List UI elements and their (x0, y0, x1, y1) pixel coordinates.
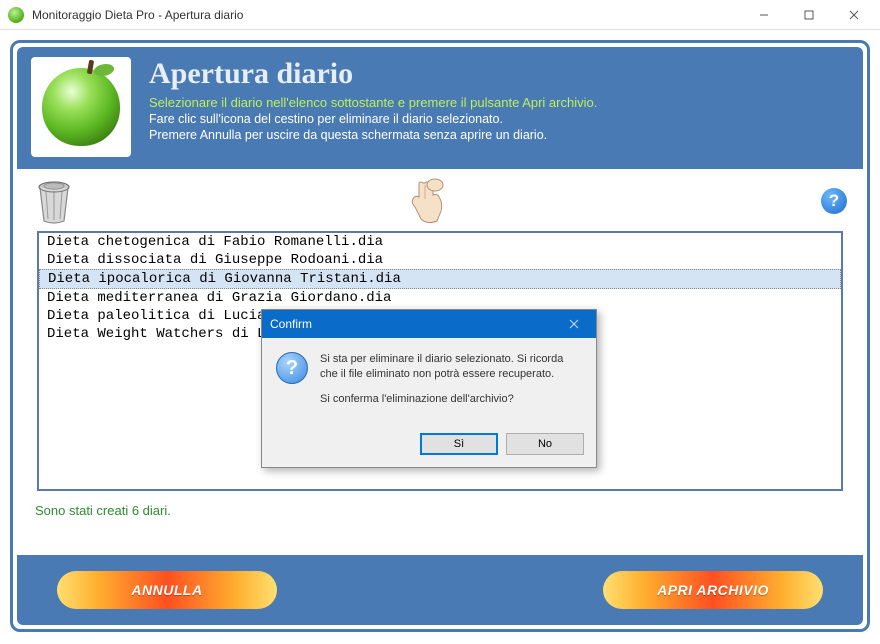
dialog-line-2: Si conferma l'eliminazione dell'archivio… (320, 392, 582, 407)
list-item[interactable]: Dieta ipocalorica di Giovanna Tristani.d… (39, 269, 841, 289)
maximize-button[interactable] (786, 0, 831, 29)
pointing-hand-icon (405, 177, 451, 225)
help-icon[interactable]: ? (821, 188, 847, 214)
app-icon (8, 7, 24, 23)
header-text: Apertura diario Selezionare il diario ne… (149, 57, 597, 157)
window-controls (741, 0, 876, 29)
header-panel: Apertura diario Selezionare il diario ne… (17, 47, 863, 169)
list-item[interactable]: Dieta dissociata di Giuseppe Rodoani.dia (39, 251, 841, 269)
status-text: Sono stati creati 6 diari. (15, 497, 865, 524)
question-icon: ? (276, 352, 308, 384)
window-title: Monitoraggio Dieta Pro - Apertura diario (32, 8, 741, 22)
dialog-yes-button[interactable]: Sì (420, 433, 498, 455)
dialog-body: ? Si sta per eliminare il diario selezio… (262, 338, 596, 425)
dialog-titlebar[interactable]: Confirm (262, 310, 596, 338)
dialog-button-row: Sì No (262, 425, 596, 467)
header-instruction-3: Premere Annulla per uscire da questa sch… (149, 128, 597, 142)
list-item[interactable]: Dieta mediterranea di Grazia Giordano.di… (39, 289, 841, 307)
list-item[interactable]: Dieta chetogenica di Fabio Romanelli.dia (39, 233, 841, 251)
toolbar: ? (15, 171, 865, 227)
dialog-message: Si sta per eliminare il diario seleziona… (320, 352, 582, 417)
dialog-no-button[interactable]: No (506, 433, 584, 455)
page-title: Apertura diario (149, 57, 597, 91)
minimize-button[interactable] (741, 0, 786, 29)
app-logo (31, 57, 131, 157)
close-button[interactable] (831, 0, 876, 29)
cancel-button[interactable]: ANNULLA (57, 571, 277, 609)
window-titlebar: Monitoraggio Dieta Pro - Apertura diario (0, 0, 880, 30)
trash-icon[interactable] (33, 177, 75, 225)
footer-panel: ANNULLA APRI ARCHIVIO (17, 555, 863, 625)
dialog-line-1: Si sta per eliminare il diario seleziona… (320, 352, 582, 382)
header-instruction-2: Fare clic sull'icona del cestino per eli… (149, 112, 597, 126)
dialog-title-text: Confirm (270, 317, 312, 331)
dialog-close-button[interactable] (560, 315, 588, 333)
header-instruction-1: Selezionare il diario nell'elenco sottos… (149, 95, 597, 110)
confirm-dialog: Confirm ? Si sta per eliminare il diario… (261, 309, 597, 468)
open-archive-button[interactable]: APRI ARCHIVIO (603, 571, 823, 609)
